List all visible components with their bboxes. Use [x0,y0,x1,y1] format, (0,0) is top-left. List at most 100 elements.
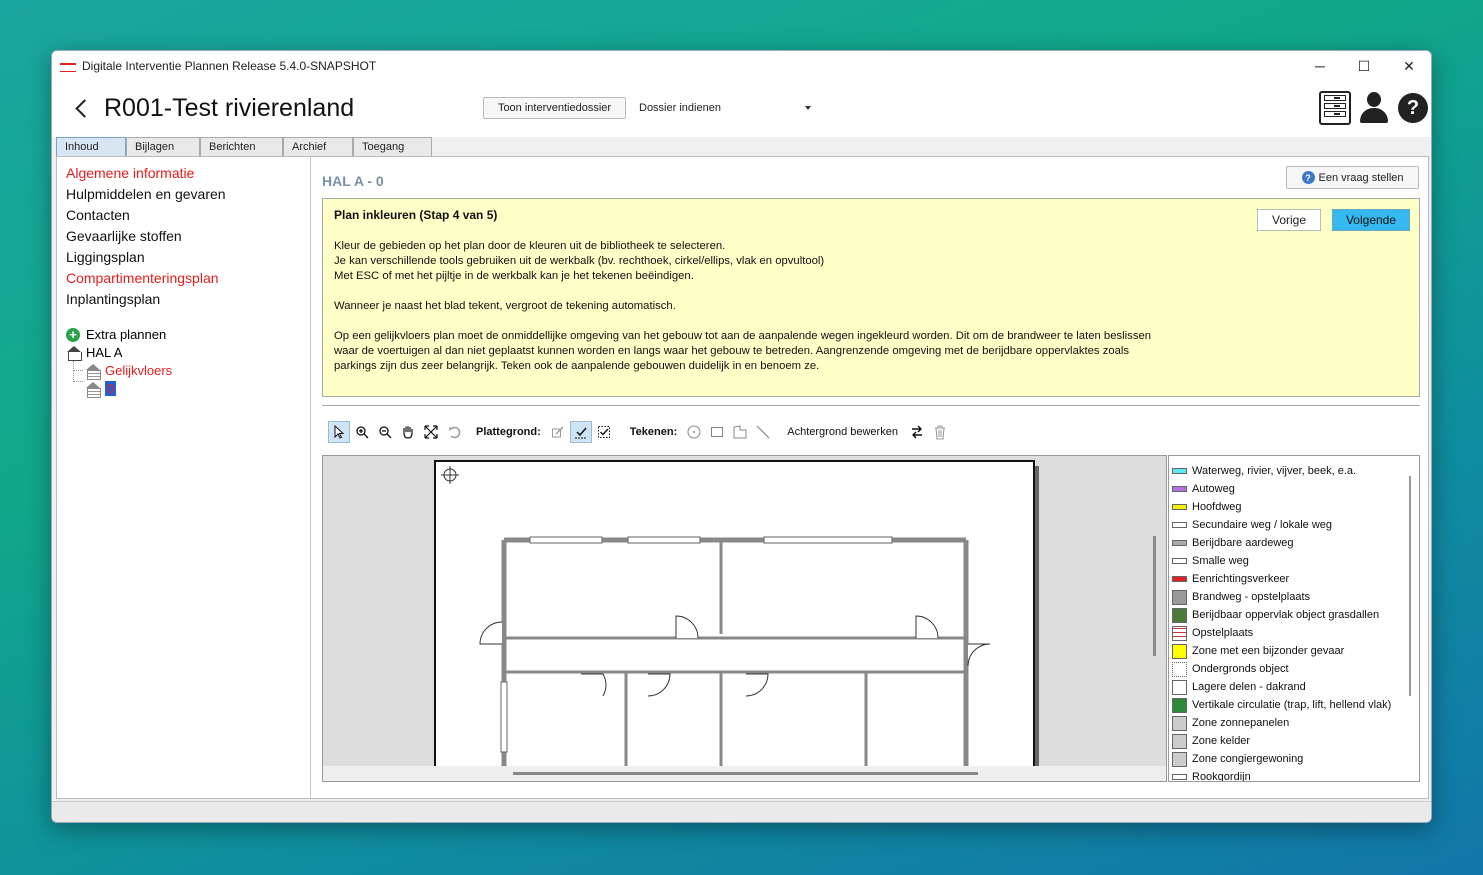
legend-label: Brandweg - opstelplaats [1192,591,1311,603]
legend-label: Ondergronds object [1192,663,1289,675]
sidebar-item-gevaarlijke-stoffen[interactable]: Gevaarlijke stoffen [66,228,182,244]
legend-swatch [1172,486,1187,492]
legend-item[interactable]: Berijdbaar oppervlak object grasdallen [1172,606,1379,624]
sidebar-item-hulpmiddelen[interactable]: Hulpmiddelen en gevaren [66,186,226,202]
legend-label: Zone met een bijzonder gevaar [1192,645,1345,657]
tab-inhoud[interactable]: Inhoud [56,137,126,156]
legend-item[interactable]: Secundaire weg / lokale weg [1172,516,1332,534]
swap-icon[interactable] [906,421,928,443]
toon-interventiedossier-button[interactable]: Toon interventiedossier [483,97,626,119]
status-bar [52,801,1431,822]
tab-toegang[interactable]: Toegang [353,137,432,156]
app-logo-icon [60,61,76,72]
sidebar-item-liggingsplan[interactable]: Liggingsplan [66,249,145,265]
tree-label: Gelijkvloers [105,363,173,378]
tab-bijlagen[interactable]: Bijlagen [126,137,200,156]
legend-item[interactable]: Smalle weg [1172,552,1249,570]
back-button[interactable] [72,97,92,121]
drawing-canvas[interactable] [322,455,1167,782]
legend-item[interactable]: Rookgordijn [1172,768,1251,782]
fit-extent-icon[interactable] [420,421,442,443]
sidebar-item-contacten[interactable]: Contacten [66,207,130,223]
canvas-horizontal-scrollbar[interactable] [513,772,978,775]
previous-button[interactable]: Vorige [1257,209,1321,231]
window-title: Digitale Interventie Plannen Release 5.4… [82,59,377,73]
legend-item[interactable]: Ondergronds object [1172,660,1289,678]
legend-item[interactable]: Hoofdweg [1172,498,1242,516]
legend-label: Eenrichtingsverkeer [1192,573,1290,585]
check-dotted-icon[interactable] [593,421,615,443]
app-header: R001-Test rivierenland Toon interventied… [52,81,1431,137]
legend-item[interactable]: Zone zonnepanelen [1172,714,1289,732]
legend-item[interactable]: Lagere delen - dakrand [1172,678,1306,696]
legend-item[interactable]: Waterweg, rivier, vijver, beek, e.a. [1172,462,1356,480]
legend-swatch [1172,751,1187,767]
rectangle-tool-icon[interactable] [706,421,728,443]
floor-icon [85,381,101,398]
ask-question-button[interactable]: ? Een vraag stellen [1286,166,1419,189]
tree-item-floor-0[interactable]: 0 [85,381,117,398]
legend-label: Rookgordijn [1192,771,1251,782]
legend-swatch [1172,607,1187,623]
legend-label: Autoweg [1192,483,1235,495]
legend-swatch [1172,576,1187,582]
legend-swatch [1172,774,1187,780]
legend-label: Berijdbaar oppervlak object grasdallen [1192,609,1380,621]
sidebar-item-algemene-informatie[interactable]: Algemene informatie [66,165,194,181]
edit-plan-icon[interactable] [547,421,569,443]
legend-label: Opstelplaats [1192,627,1254,639]
main-area: Algemene informatie Hulpmiddelen en geva… [56,156,1429,799]
compass-icon [441,466,459,484]
sidebar-item-compartimenteringsplan[interactable]: Compartimenteringsplan [66,270,219,286]
legend-item[interactable]: Zone congiergewoning [1172,750,1303,768]
tree-label: Extra plannen [86,327,167,342]
next-button[interactable]: Volgende [1332,209,1410,231]
zoom-out-icon[interactable] [374,421,396,443]
floor-plan-drawing [441,466,991,781]
legend-item[interactable]: Zone met een bijzonder gevaar [1172,642,1344,660]
legend-item[interactable]: Eenrichtingsverkeer [1172,570,1289,588]
color-library: Waterweg, rivier, vijver, beek, e.a. Auto… [1168,455,1420,782]
legend-item[interactable]: Autoweg [1172,480,1235,498]
legend-item[interactable]: Opstelplaats [1172,624,1253,642]
pan-hand-icon[interactable] [397,421,419,443]
confirm-plan-icon[interactable] [569,421,592,443]
user-icon[interactable] [1358,91,1390,125]
legend-item[interactable]: Berijdbare aardeweg [1172,534,1294,552]
select-arrow-icon[interactable] [328,421,350,443]
minimize-button[interactable]: ─ [1297,51,1343,81]
tree-item-gelijkvloers[interactable]: Gelijkvloers [85,363,173,380]
tree-item-hal-a[interactable]: HAL A [66,345,122,361]
file-cabinet-icon[interactable] [1319,91,1351,125]
legend-label: Lagere delen - dakrand [1192,681,1306,693]
help-icon[interactable]: ? [1398,93,1428,123]
undo-icon[interactable] [443,421,465,443]
legend-swatch [1172,661,1187,677]
legend-item[interactable]: Vertikale circulatie (trap, lift, hellen… [1172,696,1391,714]
divider [322,405,1420,406]
legend-item[interactable]: Zone kelder [1172,732,1250,750]
circle-tool-icon[interactable] [683,421,705,443]
sidebar-item-inplantingsplan[interactable]: Inplantingsplan [66,291,160,307]
legend-item[interactable]: Brandweg - opstelplaats [1172,588,1310,606]
dossier-select[interactable]: Dossier indienen [639,97,811,119]
tree-item-extra-plannen[interactable]: + Extra plannen [66,327,166,342]
line-tool-icon[interactable] [752,421,774,443]
legend-scrollbar[interactable] [1409,476,1411,696]
legend-label: Vertikale circulatie (trap, lift, hellen… [1192,699,1392,711]
close-button[interactable]: ✕ [1386,51,1431,81]
achtergrond-bewerken-button[interactable]: Achtergrond bewerken [787,426,898,438]
canvas-vertical-scrollbar[interactable] [1153,536,1156,656]
tab-berichten[interactable]: Berichten [200,137,283,156]
step-title: Plan inkleuren (Stap 4 van 5) [334,208,498,222]
content-panel: HAL A - 0 ? Een vraag stellen Plan inkle… [313,157,1428,798]
legend-swatch [1172,697,1187,713]
trash-icon[interactable] [929,421,951,443]
tekenen-label: Tekenen: [629,426,678,438]
maximize-button[interactable]: ☐ [1341,51,1387,81]
tab-archief[interactable]: Archief [283,137,353,156]
polygon-tool-icon[interactable] [729,421,751,443]
legend-swatch [1172,522,1187,528]
zoom-in-icon[interactable] [351,421,373,443]
legend-label: Hoofdweg [1192,501,1242,513]
